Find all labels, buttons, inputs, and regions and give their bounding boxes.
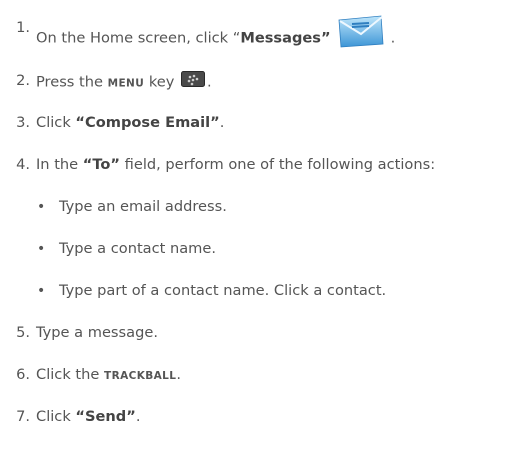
bullet-icon: • [37, 199, 46, 215]
to-field-label: “To” [82, 156, 121, 173]
send-label: “Send” [75, 408, 136, 425]
step-number: 2. [16, 72, 30, 89]
step-number: 7. [16, 408, 30, 425]
trackball-label: TRACKBALL [104, 370, 177, 382]
step-number: 6. [16, 366, 30, 383]
compose-email-label: “Compose Email” [75, 114, 220, 131]
step-number: 3. [16, 114, 30, 131]
envelope-icon [337, 14, 385, 53]
menu-key-label: MENU [107, 77, 145, 90]
bullet-icon: • [37, 283, 46, 299]
step-number: 5. [16, 324, 30, 341]
step-text: Type a message. [36, 324, 158, 341]
step-number: 4. [16, 156, 30, 173]
blackberry-menu-key-icon [181, 71, 206, 92]
messages-label: Messages” [240, 29, 331, 47]
bullet-icon: • [37, 241, 46, 257]
step-text: On the Home screen, click “ [36, 29, 241, 47]
step-number: 1. [16, 19, 30, 36]
